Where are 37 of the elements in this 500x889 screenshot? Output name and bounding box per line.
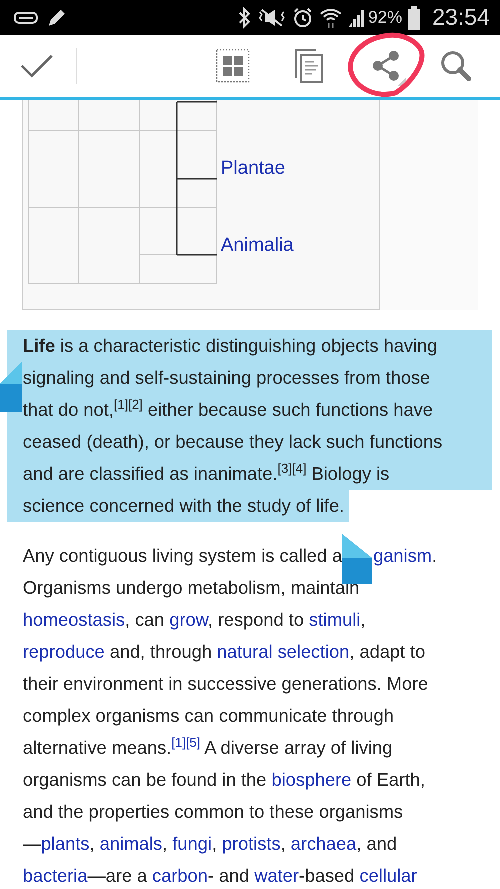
search-icon[interactable] xyxy=(440,50,472,82)
reference-link[interactable]: [1][5] xyxy=(172,734,201,750)
link[interactable]: natural selection xyxy=(217,642,350,662)
link[interactable]: cellular xyxy=(360,866,418,886)
link[interactable]: plants xyxy=(41,834,90,854)
keyboard-icon xyxy=(14,10,38,24)
reference-link[interactable]: [1][2] xyxy=(114,396,143,412)
checkmark-icon[interactable] xyxy=(20,53,54,79)
link[interactable]: grow xyxy=(170,610,208,630)
reference-link[interactable]: [3][4] xyxy=(278,460,307,476)
battery-icon xyxy=(407,4,422,30)
link[interactable]: bacteria xyxy=(23,866,88,886)
clock-time: 23:54 xyxy=(432,4,490,31)
paragraph: Any contiguous living system is called a ganism. Organisms undergo metabolism, maintain homeostasis, can grow, respond to stimuli, reproduce and, through natural selection, adapt to their environment in successive generations. More complex organisms can communicate through alternative means.$^{[1][5]}$ A diverse array of living organisms can be found in the biosphere of Earth, and the properties common to these organisms —plants, animals, fungi, protists, archaea, and bacteria—are a carbon- and water-based cellular xyxy=(0,540,500,889)
link[interactable]: water xyxy=(254,866,300,886)
signal-icon xyxy=(348,8,366,28)
taxon-link[interactable]: Animalia xyxy=(221,235,294,256)
select-all-icon[interactable] xyxy=(216,49,250,83)
link[interactable]: carbon xyxy=(152,866,208,886)
muted-speaker-icon xyxy=(257,6,288,28)
link[interactable]: archaea xyxy=(290,834,357,854)
link[interactable]: animals xyxy=(100,834,163,854)
link[interactable]: protists xyxy=(222,834,281,854)
alarm-clock-icon xyxy=(292,6,314,28)
copy-icon[interactable] xyxy=(294,48,324,84)
link[interactable]: reproduce xyxy=(23,642,105,662)
taxon-link[interactable]: Plantae xyxy=(221,158,286,179)
link[interactable]: homeostasis xyxy=(23,610,126,630)
link[interactable]: fungi xyxy=(172,834,212,854)
battery-percent: 92% xyxy=(368,8,402,28)
link[interactable]: stimuli xyxy=(309,610,361,630)
selection-handle[interactable] xyxy=(0,362,22,412)
wifi-icon xyxy=(319,6,344,28)
bluetooth-icon xyxy=(238,6,252,28)
paragraph: Life is a characteristic distinguishing objects having signaling and self-sustaining processes from those that do not,$^{[1][2]}$ either because such functions have ceased (death), or because they lack such functions and are classified as inanimate.$^{[3][4]}$ Biology is science concerned with the study of life. xyxy=(7,330,500,522)
link[interactable]: ganism xyxy=(373,546,432,566)
link[interactable]: biosphere xyxy=(272,770,352,790)
